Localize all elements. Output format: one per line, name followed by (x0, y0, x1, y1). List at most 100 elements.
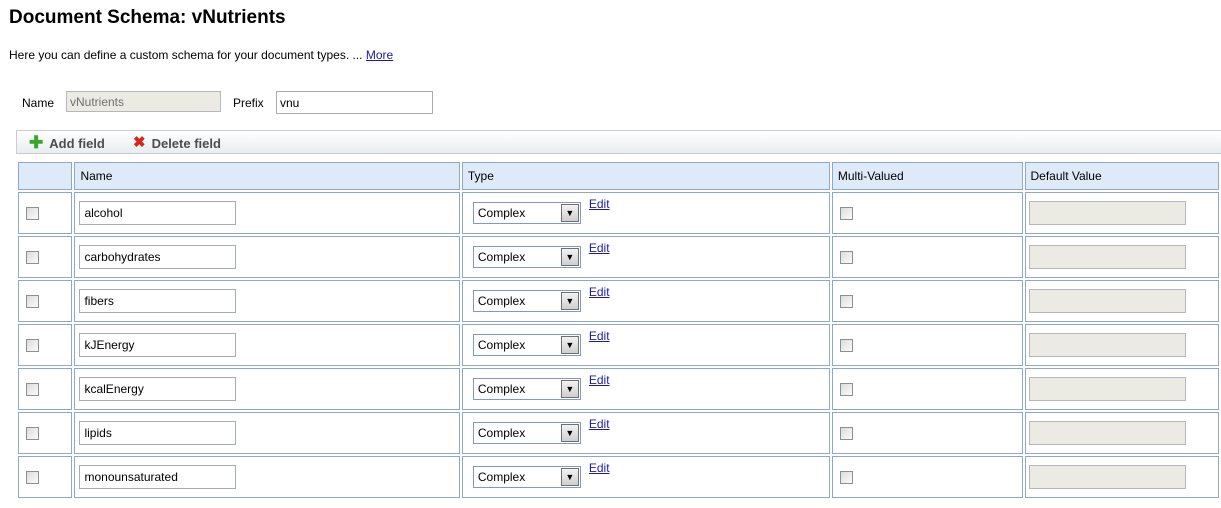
field-type-select[interactable]: Complex ▼ (472, 466, 581, 488)
default-value-cell (1024, 192, 1219, 234)
table-header-row: Name Type Multi-Valued Default Value (18, 162, 1219, 190)
delete-field-label: Delete field (151, 135, 221, 151)
row-select-checkbox[interactable] (26, 471, 39, 485)
multi-valued-checkbox[interactable] (839, 339, 853, 353)
row-select-checkbox[interactable] (26, 339, 39, 353)
multi-valued-checkbox[interactable] (839, 427, 853, 441)
row-select-cell (18, 280, 73, 322)
fields-toolbar: ✚ Add field ✖ Delete field (16, 130, 1221, 154)
field-name-cell (74, 324, 460, 366)
header-type: Type (461, 162, 830, 190)
name-label: Name (22, 96, 55, 110)
edit-type-link[interactable]: Edit (589, 329, 610, 343)
table-row: Complex ▼ Edit (18, 280, 1219, 322)
default-value-input (1028, 333, 1186, 357)
table-row: Complex ▼ Edit (18, 192, 1219, 234)
field-type-value: Complex (477, 382, 526, 396)
row-select-cell (18, 324, 73, 366)
table-row: Complex ▼ Edit (18, 368, 1219, 410)
field-type-select[interactable]: Complex ▼ (472, 202, 581, 224)
field-type-cell: Complex ▼ Edit (461, 324, 830, 366)
add-field-label: Add field (49, 135, 105, 151)
row-select-cell (18, 236, 73, 278)
field-type-value: Complex (477, 250, 526, 264)
schema-name-field (66, 91, 221, 112)
field-name-input[interactable] (79, 333, 237, 357)
row-select-checkbox[interactable] (26, 295, 39, 309)
edit-type-link[interactable]: Edit (589, 285, 610, 299)
multi-valued-cell (831, 192, 1023, 234)
edit-type-link[interactable]: Edit (589, 241, 610, 255)
row-select-checkbox[interactable] (26, 251, 39, 265)
field-name-cell (74, 456, 460, 498)
field-type-cell: Complex ▼ Edit (461, 368, 830, 410)
multi-valued-cell (831, 412, 1023, 454)
row-select-checkbox[interactable] (26, 207, 39, 221)
default-value-cell (1024, 456, 1219, 498)
field-name-cell (74, 368, 460, 410)
chevron-down-icon[interactable]: ▼ (560, 424, 579, 442)
field-type-cell: Complex ▼ Edit (461, 456, 830, 498)
field-type-select[interactable]: Complex ▼ (472, 378, 581, 400)
chevron-down-icon[interactable]: ▼ (560, 380, 579, 398)
add-field-button[interactable]: ✚ Add field (29, 134, 105, 152)
field-type-select[interactable]: Complex ▼ (472, 290, 581, 312)
plus-icon: ✚ (29, 133, 44, 152)
default-value-input (1028, 201, 1186, 225)
table-row: Complex ▼ Edit (18, 456, 1219, 498)
field-name-cell (74, 236, 460, 278)
default-value-input (1028, 465, 1186, 489)
field-name-input[interactable] (79, 377, 237, 401)
multi-valued-checkbox[interactable] (839, 383, 853, 397)
chevron-down-icon[interactable]: ▼ (560, 248, 579, 266)
prefix-field[interactable] (276, 91, 433, 114)
field-type-select[interactable]: Complex ▼ (472, 246, 581, 268)
multi-valued-checkbox[interactable] (839, 471, 853, 485)
header-default-value: Default Value (1024, 162, 1219, 190)
chevron-down-icon[interactable]: ▼ (560, 292, 579, 310)
default-value-input (1028, 377, 1186, 401)
field-type-cell: Complex ▼ Edit (461, 236, 830, 278)
field-name-cell (74, 192, 460, 234)
edit-type-link[interactable]: Edit (589, 373, 610, 387)
chevron-down-icon[interactable]: ▼ (560, 204, 579, 222)
field-name-input[interactable] (79, 421, 237, 445)
row-select-cell (18, 412, 73, 454)
field-name-cell (74, 280, 460, 322)
field-type-value: Complex (477, 426, 526, 440)
page-title: Document Schema: vNutrients (9, 7, 286, 28)
multi-valued-checkbox[interactable] (839, 251, 853, 265)
delete-field-button[interactable]: ✖ Delete field (133, 134, 221, 152)
field-name-input[interactable] (79, 245, 237, 269)
default-value-cell (1024, 280, 1219, 322)
default-value-cell (1024, 368, 1219, 410)
default-value-cell (1024, 412, 1219, 454)
row-select-cell (18, 456, 73, 498)
table-row: Complex ▼ Edit (18, 412, 1219, 454)
chevron-down-icon[interactable]: ▼ (560, 468, 579, 486)
field-type-select[interactable]: Complex ▼ (472, 422, 581, 444)
field-name-input[interactable] (79, 465, 237, 489)
multi-valued-checkbox[interactable] (839, 295, 853, 309)
field-type-cell: Complex ▼ Edit (461, 412, 830, 454)
row-select-checkbox[interactable] (26, 427, 39, 441)
field-type-value: Complex (477, 294, 526, 308)
default-value-input (1028, 245, 1186, 269)
field-type-value: Complex (477, 206, 526, 220)
multi-valued-cell (831, 280, 1023, 322)
multi-valued-checkbox[interactable] (839, 207, 853, 221)
edit-type-link[interactable]: Edit (589, 417, 610, 431)
default-value-cell (1024, 236, 1219, 278)
row-select-cell (18, 368, 73, 410)
row-select-checkbox[interactable] (26, 383, 39, 397)
edit-type-link[interactable]: Edit (589, 461, 610, 475)
multi-valued-cell (831, 324, 1023, 366)
table-row: Complex ▼ Edit (18, 324, 1219, 366)
field-name-input[interactable] (79, 201, 237, 225)
field-type-select[interactable]: Complex ▼ (472, 334, 581, 356)
edit-type-link[interactable]: Edit (589, 197, 610, 211)
field-name-input[interactable] (79, 289, 237, 313)
x-icon: ✖ (133, 134, 146, 151)
chevron-down-icon[interactable]: ▼ (560, 336, 579, 354)
more-link[interactable]: More (366, 48, 393, 62)
